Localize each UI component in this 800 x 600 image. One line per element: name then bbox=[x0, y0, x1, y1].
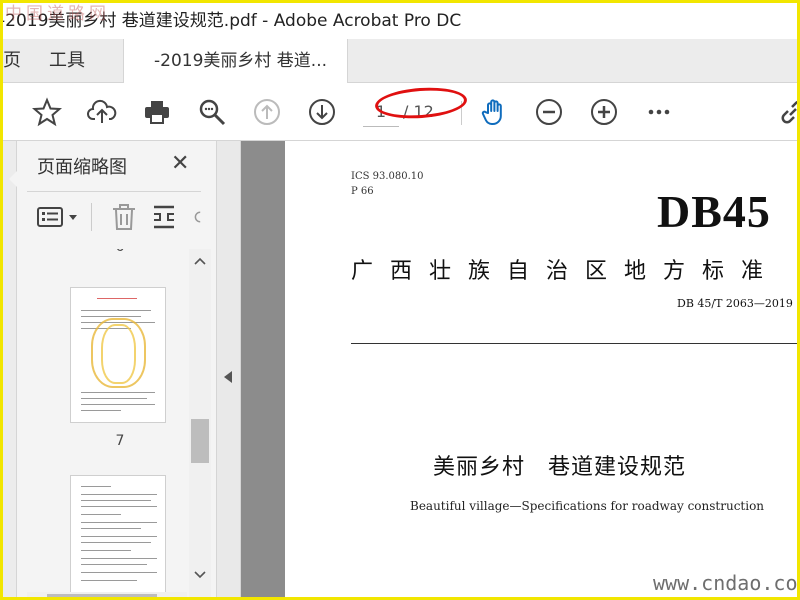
header-rule bbox=[351, 343, 797, 344]
document-page: ICS 93.080.10 P 66 DB45 广西壮族自治区地方标准 DB 4… bbox=[285, 141, 797, 597]
thumbnail-options-button[interactable] bbox=[37, 201, 79, 233]
zoom-search-icon[interactable] bbox=[196, 96, 228, 128]
collapse-panel-button[interactable] bbox=[217, 141, 241, 597]
print-icon[interactable] bbox=[141, 96, 173, 128]
tab-home[interactable]: 页 bbox=[3, 39, 33, 83]
star-icon[interactable] bbox=[31, 96, 63, 128]
scrollbar-thumb[interactable] bbox=[191, 419, 209, 463]
toolbar-separator bbox=[461, 101, 462, 125]
undo-icon[interactable] bbox=[193, 201, 205, 233]
panel-notch bbox=[9, 171, 17, 187]
tab-bar: 页 工具 -2019美丽乡村 巷道... bbox=[3, 39, 797, 84]
p-code: P 66 bbox=[351, 186, 374, 197]
chevron-down-icon bbox=[69, 215, 77, 220]
thumbnail-label: 7 bbox=[115, 433, 125, 449]
thumbnail-list: 6 7 bbox=[27, 249, 213, 597]
panel-title: 页面缩略图 bbox=[37, 157, 127, 178]
page-total: / 12 bbox=[403, 102, 434, 121]
tab-document[interactable]: -2019美丽乡村 巷道... bbox=[123, 39, 348, 84]
standard-number: DB 45/T 2063—2019 bbox=[677, 297, 793, 310]
more-icon[interactable] bbox=[643, 96, 675, 128]
standard-organization: 广西壮族自治区地方标准 bbox=[351, 259, 781, 284]
collapse-arrow-icon bbox=[224, 371, 232, 383]
page-up-icon[interactable] bbox=[251, 96, 283, 128]
toolbar: / 12 bbox=[3, 83, 797, 141]
app-window: -2019美丽乡村 巷道建设规范.pdf - Adobe Acrobat Pro… bbox=[0, 0, 800, 600]
close-panel-button[interactable]: ✕ bbox=[171, 151, 189, 176]
page-navigator: / 12 bbox=[363, 97, 453, 127]
standard-logo: DB45 bbox=[657, 186, 771, 237]
list-options-icon bbox=[37, 207, 63, 227]
horizontal-scrollbar-thumb[interactable] bbox=[47, 594, 157, 597]
watermark-bottom: www.cndao.com bbox=[653, 571, 800, 595]
rotate-page-icon[interactable] bbox=[151, 201, 177, 233]
document-margin bbox=[241, 141, 285, 597]
scroll-down-icon bbox=[194, 571, 206, 579]
scroll-up-icon bbox=[194, 257, 206, 265]
title-bar: -2019美丽乡村 巷道建设规范.pdf - Adobe Acrobat Pro… bbox=[3, 3, 797, 39]
page-number-input[interactable] bbox=[363, 97, 399, 127]
hand-tool-icon[interactable] bbox=[479, 96, 511, 128]
panel-edge bbox=[3, 141, 17, 597]
thumbnail-scrollbar[interactable] bbox=[189, 249, 211, 597]
horizontal-scrollbar[interactable] bbox=[27, 592, 187, 597]
tab-tools[interactable]: 工具 bbox=[49, 39, 85, 83]
delete-page-icon[interactable] bbox=[111, 201, 137, 233]
page-down-icon[interactable] bbox=[306, 96, 338, 128]
thumbnail-page-8[interactable] bbox=[70, 475, 166, 597]
ics-code: ICS 93.080.10 bbox=[351, 171, 424, 182]
zoom-in-icon[interactable] bbox=[588, 96, 620, 128]
panel-tool-separator bbox=[91, 203, 92, 231]
document-title-cn: 美丽乡村 巷道建设规范 bbox=[433, 455, 687, 480]
zoom-out-icon[interactable] bbox=[533, 96, 565, 128]
link-icon[interactable] bbox=[777, 96, 797, 128]
thumbnail-label: 6 bbox=[27, 249, 213, 255]
upload-icon[interactable] bbox=[86, 96, 118, 128]
thumbnail-page-7[interactable] bbox=[70, 287, 166, 423]
window-title: -2019美丽乡村 巷道建设规范.pdf - Adobe Acrobat Pro… bbox=[3, 11, 462, 31]
document-title-en: Beautiful village—Specifications for roa… bbox=[410, 499, 765, 513]
panel-divider bbox=[27, 191, 201, 192]
page-thumbnails-panel: 页面缩略图 ✕ 6 bbox=[3, 141, 217, 597]
